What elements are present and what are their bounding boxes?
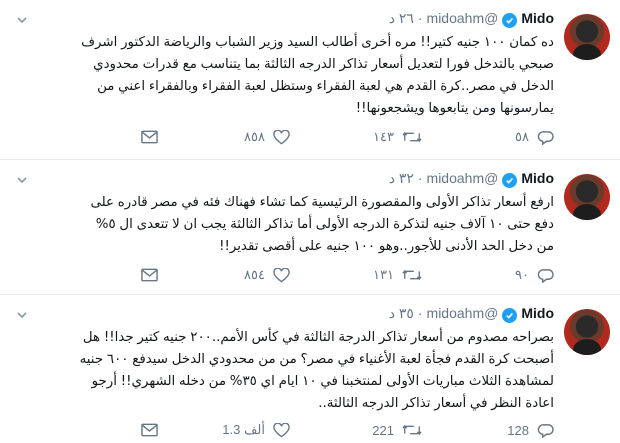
avatar[interactable] bbox=[564, 174, 610, 220]
user-handle[interactable]: @midoahm bbox=[427, 10, 499, 26]
verified-badge-icon bbox=[502, 308, 518, 323]
reply-count: ٥٨ bbox=[515, 129, 529, 144]
tweet-actions: ٩٠ ١٣١ ٨٥٤ bbox=[14, 265, 554, 285]
tweet-content: Mido @midoahm · ٢٦ د ده كمان ١٠٠ جنيه كت… bbox=[14, 10, 554, 120]
chevron-down-icon[interactable] bbox=[14, 172, 30, 188]
like-button[interactable]: 1.3 ألف bbox=[158, 422, 290, 438]
user-handle[interactable]: @midoahm bbox=[427, 170, 499, 186]
like-button[interactable]: ٨٥٤ bbox=[158, 267, 290, 283]
reply-icon bbox=[537, 423, 554, 438]
tweet-text: ارفع أسعار تذاكر الأولى والمقصورة الرئيس… bbox=[14, 192, 554, 258]
display-name[interactable]: Mido bbox=[521, 10, 554, 26]
timestamp[interactable]: ٢٦ د bbox=[389, 10, 414, 27]
timestamp[interactable]: ٣٢ د bbox=[389, 170, 414, 187]
like-count: ٨٥٤ bbox=[244, 267, 265, 282]
chevron-down-icon[interactable] bbox=[14, 307, 30, 323]
tweet[interactable]: Mido @midoahm · ٢٦ د ده كمان ١٠٠ جنيه كت… bbox=[0, 0, 620, 160]
reply-count: 128 bbox=[507, 422, 529, 438]
tweet[interactable]: Mido @midoahm · ٣٢ د ارفع أسعار تذاكر ال… bbox=[0, 160, 620, 295]
tweet-text-line: لمشاهدة الثلاث مباريات الأولى لمنتخبنا ف… bbox=[91, 374, 554, 389]
direct-message-button[interactable] bbox=[141, 423, 158, 437]
tweet-content: Mido @midoahm · ٣٥ د بصراحه مصدوم من أسع… bbox=[14, 305, 554, 415]
retweet-button[interactable]: ١٣١ bbox=[290, 267, 422, 283]
display-name[interactable]: Mido bbox=[521, 305, 554, 321]
tweet-text-line: ارفع أسعار تذاكر الأولى والمقصورة الرئيس… bbox=[90, 195, 554, 210]
timestamp[interactable]: ٣٥ د bbox=[389, 305, 414, 322]
direct-message-button[interactable] bbox=[141, 268, 158, 282]
tweet-text-line: من دخل الحد الأدنى للأجور..وهو ١٠٠ جنيه … bbox=[219, 239, 554, 254]
separator: · bbox=[417, 170, 423, 186]
display-name[interactable]: Mido bbox=[521, 170, 554, 186]
tweet-actions: 128 221 1.3 ألف bbox=[14, 420, 554, 440]
reply-button[interactable]: ٩٠ bbox=[422, 267, 554, 283]
retweet-count: ١٤٣ bbox=[373, 129, 394, 144]
tweet[interactable]: Mido @midoahm · ٣٥ د بصراحه مصدوم من أسع… bbox=[0, 295, 620, 443]
retweet-count: ١٣١ bbox=[373, 267, 394, 282]
separator: · bbox=[417, 10, 423, 26]
chevron-down-icon[interactable] bbox=[14, 12, 30, 28]
tweet-header: Mido @midoahm · ٢٦ د bbox=[14, 10, 554, 30]
tweet-content: Mido @midoahm · ٣٢ د ارفع أسعار تذاكر ال… bbox=[14, 170, 554, 258]
direct-message-button[interactable] bbox=[141, 130, 158, 144]
tweet-text-line: بصراحه مصدوم من أسعار تذاكر الدرجة الثال… bbox=[82, 330, 554, 345]
tweet-actions: ٥٨ ١٤٣ ٨٥٨ bbox=[14, 127, 554, 147]
reply-button[interactable]: ٥٨ bbox=[422, 129, 554, 145]
tweet-text-line: الدخل في مصر..كرة القدم هي لعبة الفقراء … bbox=[97, 79, 554, 94]
user-handle[interactable]: @midoahm bbox=[427, 305, 499, 321]
tweet-text: بصراحه مصدوم من أسعار تذاكر الدرجة الثال… bbox=[14, 327, 554, 415]
retweet-icon bbox=[402, 424, 422, 436]
like-count: 1.3 ألف bbox=[222, 422, 265, 437]
retweet-button[interactable]: 221 bbox=[290, 423, 422, 438]
tweet-header: Mido @midoahm · ٣٥ د bbox=[14, 305, 554, 325]
like-button[interactable]: ٨٥٨ bbox=[158, 129, 290, 145]
tweet-text-line: اعادة النظر في أسعار تذاكر الدرجه الثالث… bbox=[318, 396, 554, 411]
tweet-text-line: ده كمان ١٠٠ جنيه كتير!! مره أخرى أطالب ا… bbox=[81, 35, 554, 50]
avatar[interactable] bbox=[564, 14, 610, 60]
tweet-text-line: أصبحت كرة القدم فجأة لعبة الأغنياء في مص… bbox=[79, 352, 554, 367]
heart-icon bbox=[273, 129, 290, 144]
avatar[interactable] bbox=[564, 309, 610, 355]
retweet-count: 221 bbox=[372, 422, 394, 438]
verified-badge-icon bbox=[502, 173, 518, 188]
retweet-button[interactable]: ١٤٣ bbox=[290, 129, 422, 145]
tweet-header: Mido @midoahm · ٣٢ د bbox=[14, 170, 554, 190]
like-count: ٨٥٨ bbox=[244, 129, 265, 144]
reply-icon bbox=[537, 268, 554, 283]
envelope-icon bbox=[141, 268, 158, 282]
heart-icon bbox=[273, 422, 290, 437]
reply-button[interactable]: 128 bbox=[422, 423, 554, 438]
timeline: Mido @midoahm · ٢٦ د ده كمان ١٠٠ جنيه كت… bbox=[0, 0, 620, 443]
retweet-icon bbox=[402, 269, 422, 281]
reply-count: ٩٠ bbox=[515, 267, 529, 282]
tweet-text-line: صبحي بالتدخل فورا لتعديل أسعار تذاكر الد… bbox=[93, 57, 554, 72]
envelope-icon bbox=[141, 130, 158, 144]
envelope-icon bbox=[141, 423, 158, 437]
reply-icon bbox=[537, 130, 554, 145]
tweet-text-line: يمارسونها ومن يتابعوها ويشجعونها!! bbox=[355, 101, 554, 116]
tweet-text: ده كمان ١٠٠ جنيه كتير!! مره أخرى أطالب ا… bbox=[14, 32, 554, 120]
verified-badge-icon bbox=[502, 13, 518, 28]
tweet-text-line: دفع حتى ١٠ آلاف جنيه لتذكرة الدرجه الأول… bbox=[95, 217, 554, 232]
heart-icon bbox=[273, 267, 290, 282]
separator: · bbox=[417, 305, 423, 321]
retweet-icon bbox=[402, 131, 422, 143]
